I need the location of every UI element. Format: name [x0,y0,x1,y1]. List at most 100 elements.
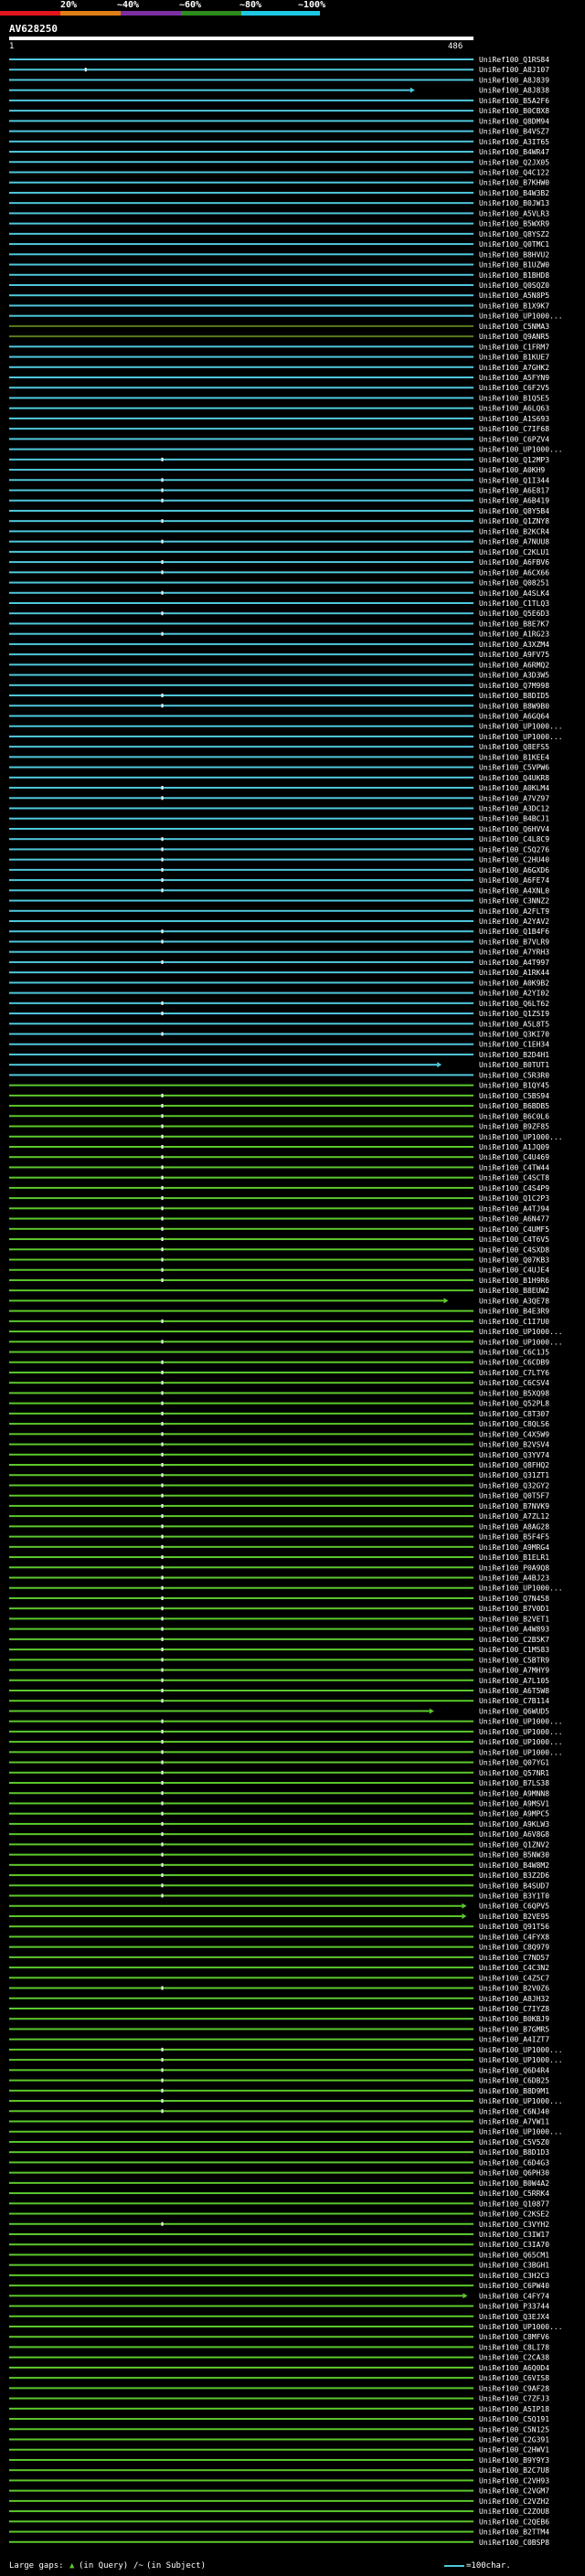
hit-label[interactable]: UniRef100_C1I7U0 [479,1318,549,1326]
hit-label[interactable]: UniRef100_A3D3W5 [479,672,549,680]
hit-label[interactable]: UniRef100_Q1ZNV2 [479,1840,549,1849]
hit-bar[interactable] [9,345,473,348]
hit-label[interactable]: UniRef100_A5N8P5 [479,292,549,300]
hit-label[interactable]: UniRef100_C8MFV6 [479,2333,549,2341]
hit-bar[interactable] [9,2448,473,2451]
hit-label[interactable]: UniRef100_C7IYZ8 [479,2005,549,2013]
hit-bar[interactable] [9,930,473,933]
hit-label[interactable]: UniRef100_C6PW40 [479,2282,549,2290]
hit-label[interactable]: UniRef100_A4BJ23 [479,1574,549,1582]
hit-bar[interactable] [9,1935,473,1938]
hit-bar[interactable] [9,110,473,112]
hit-bar[interactable] [9,314,473,317]
hit-bar[interactable] [9,581,473,584]
hit-bar[interactable] [9,469,473,472]
hit-label[interactable]: UniRef100_UP1000... [479,2097,563,2105]
hit-label[interactable]: UniRef100_C5Q191 [479,2415,549,2423]
hit-label[interactable]: UniRef100_C4SCT8 [479,1174,549,1182]
hit-label[interactable]: UniRef100_Q3EJX4 [479,2313,549,2321]
hit-label[interactable]: UniRef100_B2KCR4 [479,527,549,535]
hit-bar[interactable] [9,1884,473,1887]
hit-label[interactable]: UniRef100_C2HWV1 [479,2446,549,2454]
hit-bar[interactable] [9,848,473,851]
hit-bar[interactable] [9,1771,473,1774]
hit-label[interactable]: UniRef100_B2D4H1 [479,1051,549,1059]
hit-label[interactable]: UniRef100_C7IF68 [479,425,549,433]
hit-label[interactable]: UniRef100_A9KLW3 [479,1820,549,1829]
hit-label[interactable]: UniRef100_A6E817 [479,487,549,495]
hit-label[interactable]: UniRef100_A5FYN9 [479,374,549,382]
hit-bar[interactable] [9,530,473,533]
hit-label[interactable]: UniRef100_C5N125 [479,2425,549,2433]
hit-label[interactable]: UniRef100_C1M583 [479,1646,549,1654]
hit-label[interactable]: UniRef100_C4L8C9 [479,835,549,843]
hit-label[interactable]: UniRef100_Q6WUD5 [479,1707,549,1715]
hit-label[interactable]: UniRef100_A0KLM4 [479,784,549,792]
hit-label[interactable]: UniRef100_Q32GY2 [479,1481,549,1489]
hit-label[interactable]: UniRef100_A0KH9 [479,466,545,474]
hit-label[interactable]: UniRef100_UP1000... [479,1338,563,1346]
hit-label[interactable]: UniRef100_B8HVU2 [479,250,549,259]
hit-bar[interactable] [9,1053,473,1055]
hit-bar[interactable] [9,304,473,307]
hit-label[interactable]: UniRef100_UP1000... [479,1133,563,1141]
hit-label[interactable]: UniRef100_C2QEB6 [479,2518,549,2526]
hit-label[interactable]: UniRef100_Q1I344 [479,476,549,484]
hit-label[interactable]: UniRef100_UP1000... [479,1738,563,1746]
hit-label[interactable]: UniRef100_C5BS94 [479,1092,549,1100]
hit-label[interactable]: UniRef100_C3NNZ2 [479,897,549,906]
hit-label[interactable]: UniRef100_B1ELR1 [479,1553,549,1562]
hit-label[interactable]: UniRef100_A8AG28 [479,1522,549,1531]
hit-bar[interactable] [9,1320,473,1322]
hit-bar[interactable] [9,58,473,60]
hit-label[interactable]: UniRef100_A7VW11 [479,2117,549,2125]
hit-label[interactable]: UniRef100_C6VIS8 [479,2374,549,2382]
hit-label[interactable]: UniRef100_A6CX66 [479,568,549,577]
hit-bar[interactable] [9,366,473,368]
hit-label[interactable]: UniRef100_B7VLR9 [479,938,549,946]
hit-label[interactable]: UniRef100_C7ZFJ3 [479,2395,549,2403]
hit-label[interactable]: UniRef100_C3BGH1 [479,2262,549,2270]
hit-label[interactable]: UniRef100_B1KEE4 [479,753,549,761]
hit-bar[interactable] [9,889,473,892]
hit-bar[interactable] [9,1586,473,1589]
hit-bar[interactable] [9,191,473,194]
hit-label[interactable]: UniRef100_Q10877 [479,2200,549,2208]
hit-label[interactable]: UniRef100_B0W4A2 [479,2179,549,2188]
hit-label[interactable]: UniRef100_Q0TMC1 [479,240,549,249]
hit-bar[interactable] [9,387,473,389]
hit-bar[interactable] [9,1761,473,1764]
hit-label[interactable]: UniRef100_B2TTM4 [479,2528,549,2537]
hit-label[interactable]: UniRef100_C4SXD8 [479,1246,549,1254]
hit-bar[interactable] [9,1227,473,1230]
hit-label[interactable]: UniRef100_A3DC12 [479,805,549,813]
hit-bar[interactable] [9,448,473,451]
hit-label[interactable]: UniRef100_A9MNN8 [479,1789,549,1797]
hit-label[interactable]: UniRef100_Q8Y5B4 [479,507,549,515]
hit-label[interactable]: UniRef100_B3Y1T0 [479,1892,549,1901]
hit-bar[interactable] [9,601,473,604]
hit-bar[interactable] [9,212,473,215]
hit-bar[interactable] [9,971,473,974]
hit-bar[interactable] [9,1956,473,1958]
hit-bar[interactable] [9,243,473,246]
hit-label[interactable]: UniRef100_Q1RS84 [479,56,549,64]
hit-bar[interactable] [9,571,473,574]
hit-label[interactable]: UniRef100_A2YI02 [479,990,549,998]
hit-label[interactable]: UniRef100_C7B114 [479,1697,549,1705]
hit-label[interactable]: UniRef100_C6CDB9 [479,1359,549,1367]
hit-label[interactable]: UniRef100_B1BHD8 [479,271,549,280]
hit-bar[interactable] [9,2366,473,2369]
hit-bar[interactable] [9,1576,473,1579]
hit-label[interactable]: UniRef100_B7NVK9 [479,1502,549,1511]
hit-bar[interactable] [9,756,473,758]
hit-label[interactable]: UniRef100_A6V8G8 [479,1830,549,1839]
hit-bar[interactable] [9,335,473,338]
hit-label[interactable]: UniRef100_C4C3N2 [479,1964,549,1972]
hit-bar[interactable] [9,2079,473,2082]
hit-label[interactable]: UniRef100_UP1000... [479,1728,563,1736]
hit-bar[interactable] [9,612,473,615]
hit-label[interactable]: UniRef100_UP1000... [479,1585,563,1593]
hit-bar[interactable] [9,1289,473,1292]
hit-bar[interactable] [9,1607,473,1610]
